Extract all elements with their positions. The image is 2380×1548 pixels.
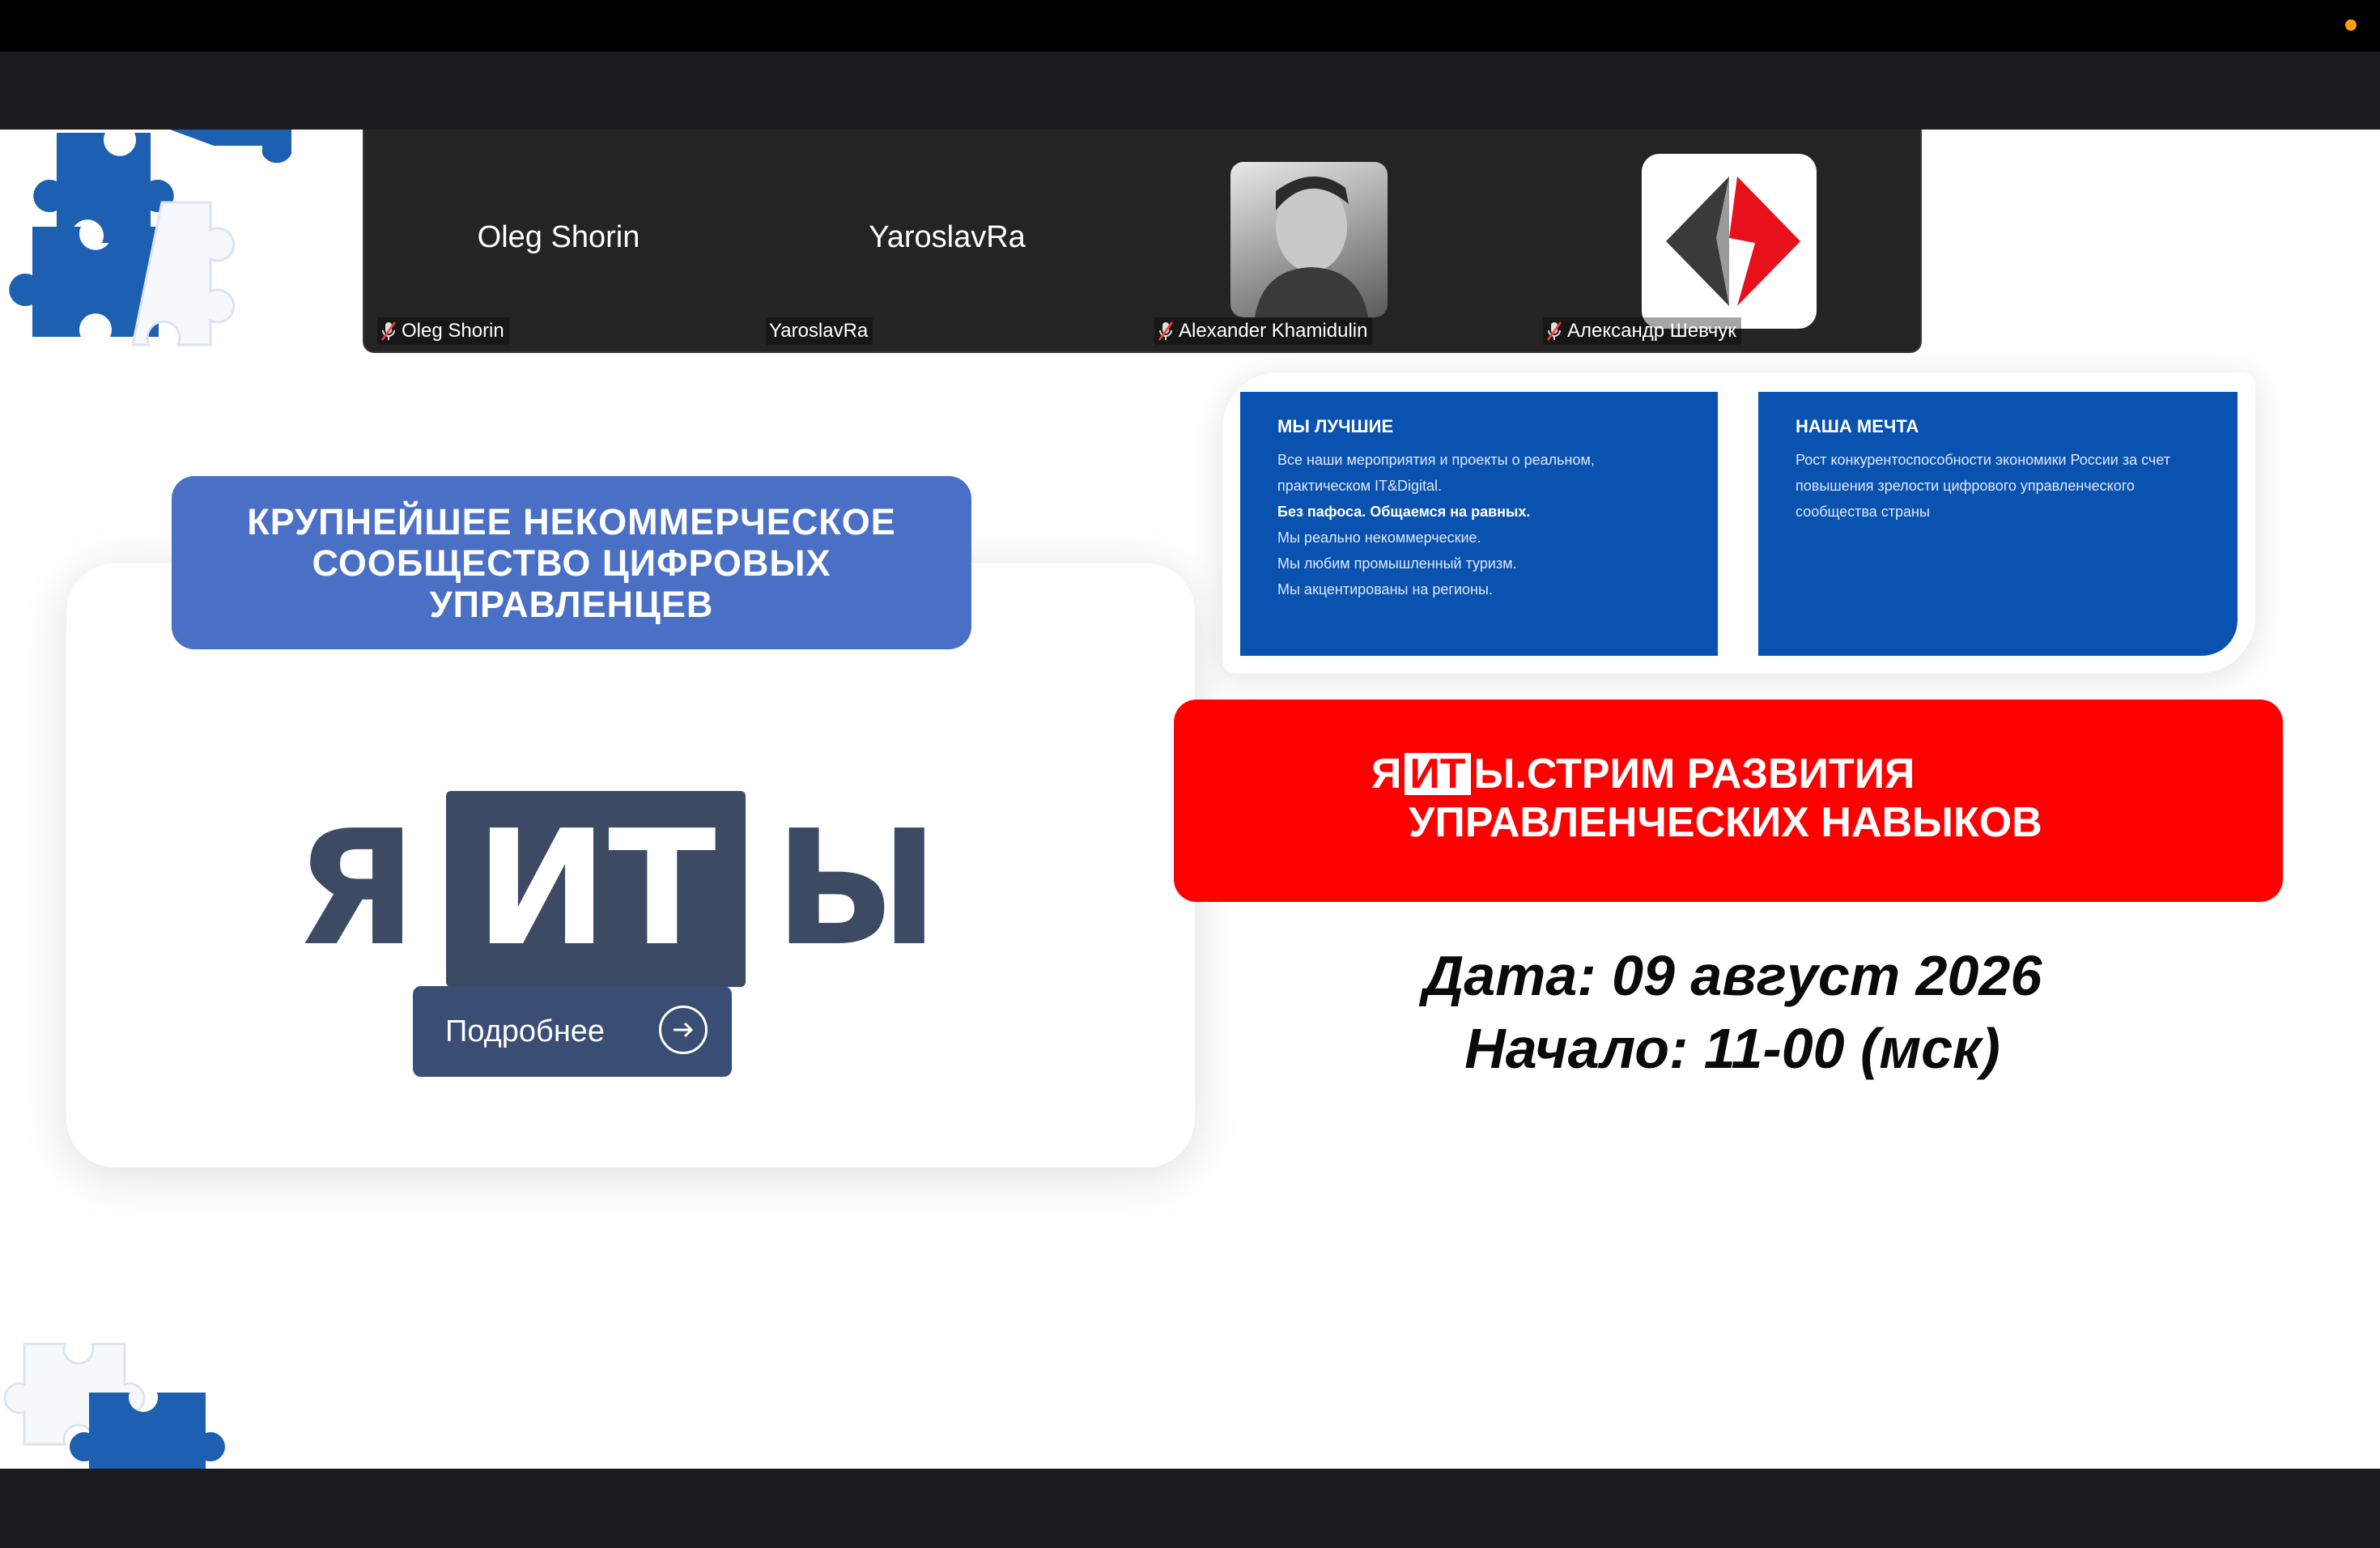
info-box-text: Рост конкурентоспособности экономики Рос… — [1796, 452, 2170, 468]
participant-tile[interactable]: YaroslavRa YaroslavRa — [753, 130, 1141, 353]
banner-title: Ы.СТРИМ РАЗВИТИЯ — [1473, 751, 1915, 797]
badge-line: УПРАВЛЕНЦЕВ — [429, 583, 714, 625]
participant-name-label: Alexander Khamidulin — [1154, 317, 1373, 345]
person-avatar-icon — [1255, 176, 1368, 317]
logo-letter-ya: Я — [295, 797, 417, 981]
participant-strip: Oleg Shorin Oleg Shorin YaroslavRa Yaros… — [363, 130, 1922, 353]
info-box-text: практическом IT&Digital. — [1277, 478, 1443, 494]
info-box-text: повышения зрелости цифрового управленчес… — [1796, 478, 2135, 494]
participant-tile[interactable]: Alexander Khamidulin — [1141, 130, 1530, 353]
badge-line: КРУПНЕЙШЕЕ НЕКОММЕРЧЕСКОЕ — [247, 500, 896, 542]
window-bottom-bar — [0, 1469, 2380, 1548]
diamond-logo-icon — [1666, 176, 1800, 306]
community-badge: КРУПНЕЙШЕЕ НЕКОММЕРЧЕСКОЕ СООБЩЕСТВО ЦИФ… — [172, 476, 971, 649]
participant-name-label: Oleg Shorin — [377, 317, 509, 345]
participant-name-label: Александр Шевчук — [1543, 317, 1741, 345]
logo-letters-it: ИТ — [445, 791, 746, 987]
info-box-heading: МЫ ЛУЧШИЕ — [1277, 416, 1394, 436]
banner-subtitle: УПРАВЛЕНЧЕСКИХ НАВЫКОВ — [1409, 799, 2042, 846]
puzzle-piece-icon — [170, 130, 291, 164]
puzzle-piece-icon — [33, 133, 174, 243]
event-schedule: Дата: 09 август 2026 Начало: 11-00 (мск) — [1279, 939, 2186, 1085]
participant-tile[interactable]: Александр Шевчук — [1530, 130, 1919, 353]
badge-line: СООБЩЕСТВО ЦИФРОВЫХ — [312, 542, 831, 584]
info-box-text: Мы любим промышленный туризм. — [1277, 555, 1517, 572]
participant-name-text: Александр Шевчук — [1567, 320, 1736, 342]
info-box-heading: НАША МЕЧТА — [1796, 416, 1919, 436]
muted-mic-icon — [1158, 321, 1174, 341]
participant-name-text: YaroslavRa — [769, 320, 869, 342]
info-box-text: Мы акцентированы на регионы. — [1277, 581, 1493, 598]
event-date: Дата: 09 август 2026 — [1422, 944, 2042, 1007]
participant-name-label: YaroslavRa — [766, 317, 873, 345]
participant-display-name: Oleg Shorin — [477, 220, 640, 254]
puzzle-decoration-bottom-left — [3, 1342, 225, 1469]
window-top-bar — [0, 0, 2380, 52]
logo-letter-y: Ы — [774, 797, 939, 981]
banner-it: ИТ — [1405, 753, 1471, 795]
info-box-text: сообщества страны — [1796, 504, 1930, 520]
more-button-label: Подробнее — [445, 1014, 606, 1048]
participant-name-text: Oleg Shorin — [402, 320, 504, 342]
muted-mic-icon — [380, 321, 397, 341]
more-button[interactable]: Подробнее — [413, 986, 732, 1077]
info-box-dream: НАША МЕЧТА Рост конкурентоспособности эк… — [1758, 392, 2238, 656]
participant-logo — [1642, 154, 1817, 329]
participant-display-name: YaroslavRa — [869, 220, 1026, 254]
event-start-time: Начало: 11-00 (мск) — [1464, 1017, 2000, 1080]
info-box-best: МЫ ЛУЧШИЕ Все наши мероприятия и проекты… — [1240, 392, 1718, 656]
stream-banner: Я ИТ Ы.СТРИМ РАЗВИТИЯ УПРАВЛЕНЧЕСКИХ НАВ… — [1174, 700, 2283, 902]
info-box-text: Без пафоса. Общаемся на равных. — [1277, 504, 1531, 520]
arrow-right-icon — [659, 1006, 708, 1054]
participant-name-text: Alexander Khamidulin — [1179, 320, 1368, 342]
puzzle-decoration-top-left — [9, 130, 291, 347]
banner-ya: Я — [1371, 751, 1402, 797]
info-box-text: Все наши мероприятия и проекты о реально… — [1277, 452, 1595, 468]
muted-mic-icon — [1546, 321, 1562, 341]
participant-tile[interactable]: Oleg Shorin Oleg Shorin — [364, 130, 753, 353]
shared-screen: Oleg Shorin Oleg Shorin YaroslavRa Yaros… — [0, 130, 2380, 1469]
participant-photo — [1230, 162, 1388, 317]
puzzle-piece-icon — [70, 1393, 225, 1469]
info-box-text: Мы реально некоммерческие. — [1277, 529, 1481, 546]
recording-indicator-icon — [2345, 19, 2357, 31]
